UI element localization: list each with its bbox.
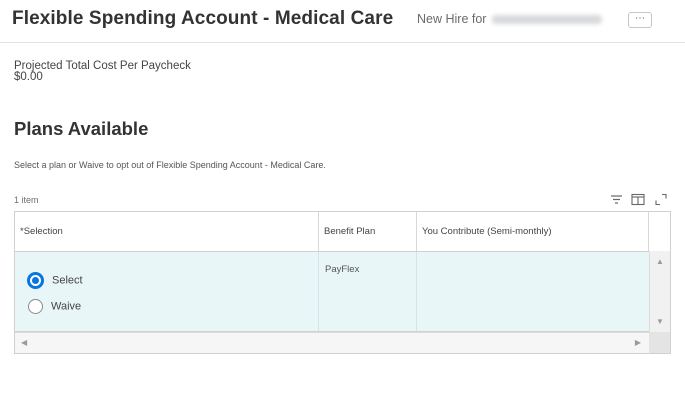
waive-radio-button[interactable] [28, 299, 43, 314]
plans-grid: *Selection Benefit Plan You Contribute (… [14, 211, 671, 354]
item-count: 1 item [14, 195, 39, 205]
column-header-benefit-plan[interactable]: Benefit Plan [319, 212, 417, 251]
plans-instruction: Select a plan or Waive to opt out of Fle… [14, 160, 326, 170]
column-divider [416, 252, 417, 331]
waive-radio-option[interactable]: Waive [27, 299, 81, 314]
table-row: Select Waive PayFlex [15, 251, 649, 332]
projected-cost-value: $0.00 [14, 71, 43, 83]
new-hire-label: New Hire for [417, 12, 487, 26]
select-radio-option[interactable]: Select [27, 272, 83, 289]
page-header: Flexible Spending Account - Medical Care… [0, 0, 685, 43]
column-header-contribution[interactable]: You Contribute (Semi-monthly) [417, 212, 649, 251]
benefit-plan-cell: PayFlex [325, 264, 360, 275]
scroll-down-icon[interactable]: ▼ [656, 317, 664, 326]
grid-toolbar [610, 193, 672, 209]
page-title: Flexible Spending Account - Medical Care [12, 8, 394, 29]
column-header-selection[interactable]: *Selection [15, 212, 319, 251]
employee-context: New Hire for [417, 12, 603, 26]
waive-radio-label: Waive [51, 300, 82, 313]
redacted-employee-name [492, 15, 603, 25]
scrollbar-corner [649, 332, 670, 353]
column-divider [318, 252, 319, 331]
more-actions-button[interactable]: ⋯ [628, 12, 652, 28]
select-radio-label: Select [52, 274, 83, 287]
plans-available-title: Plans Available [14, 118, 149, 139]
vertical-scrollbar[interactable]: ▲ ▼ [649, 251, 670, 332]
columns-icon[interactable] [631, 193, 645, 211]
scroll-right-icon[interactable]: ▶ [635, 338, 641, 347]
horizontal-scrollbar[interactable]: ◀ ▶ [15, 332, 649, 353]
fullscreen-icon[interactable] [654, 193, 668, 211]
scroll-up-icon[interactable]: ▲ [656, 257, 664, 266]
filter-icon[interactable] [610, 193, 623, 211]
select-radio-button[interactable] [27, 272, 44, 289]
scroll-left-icon[interactable]: ◀ [21, 338, 27, 347]
